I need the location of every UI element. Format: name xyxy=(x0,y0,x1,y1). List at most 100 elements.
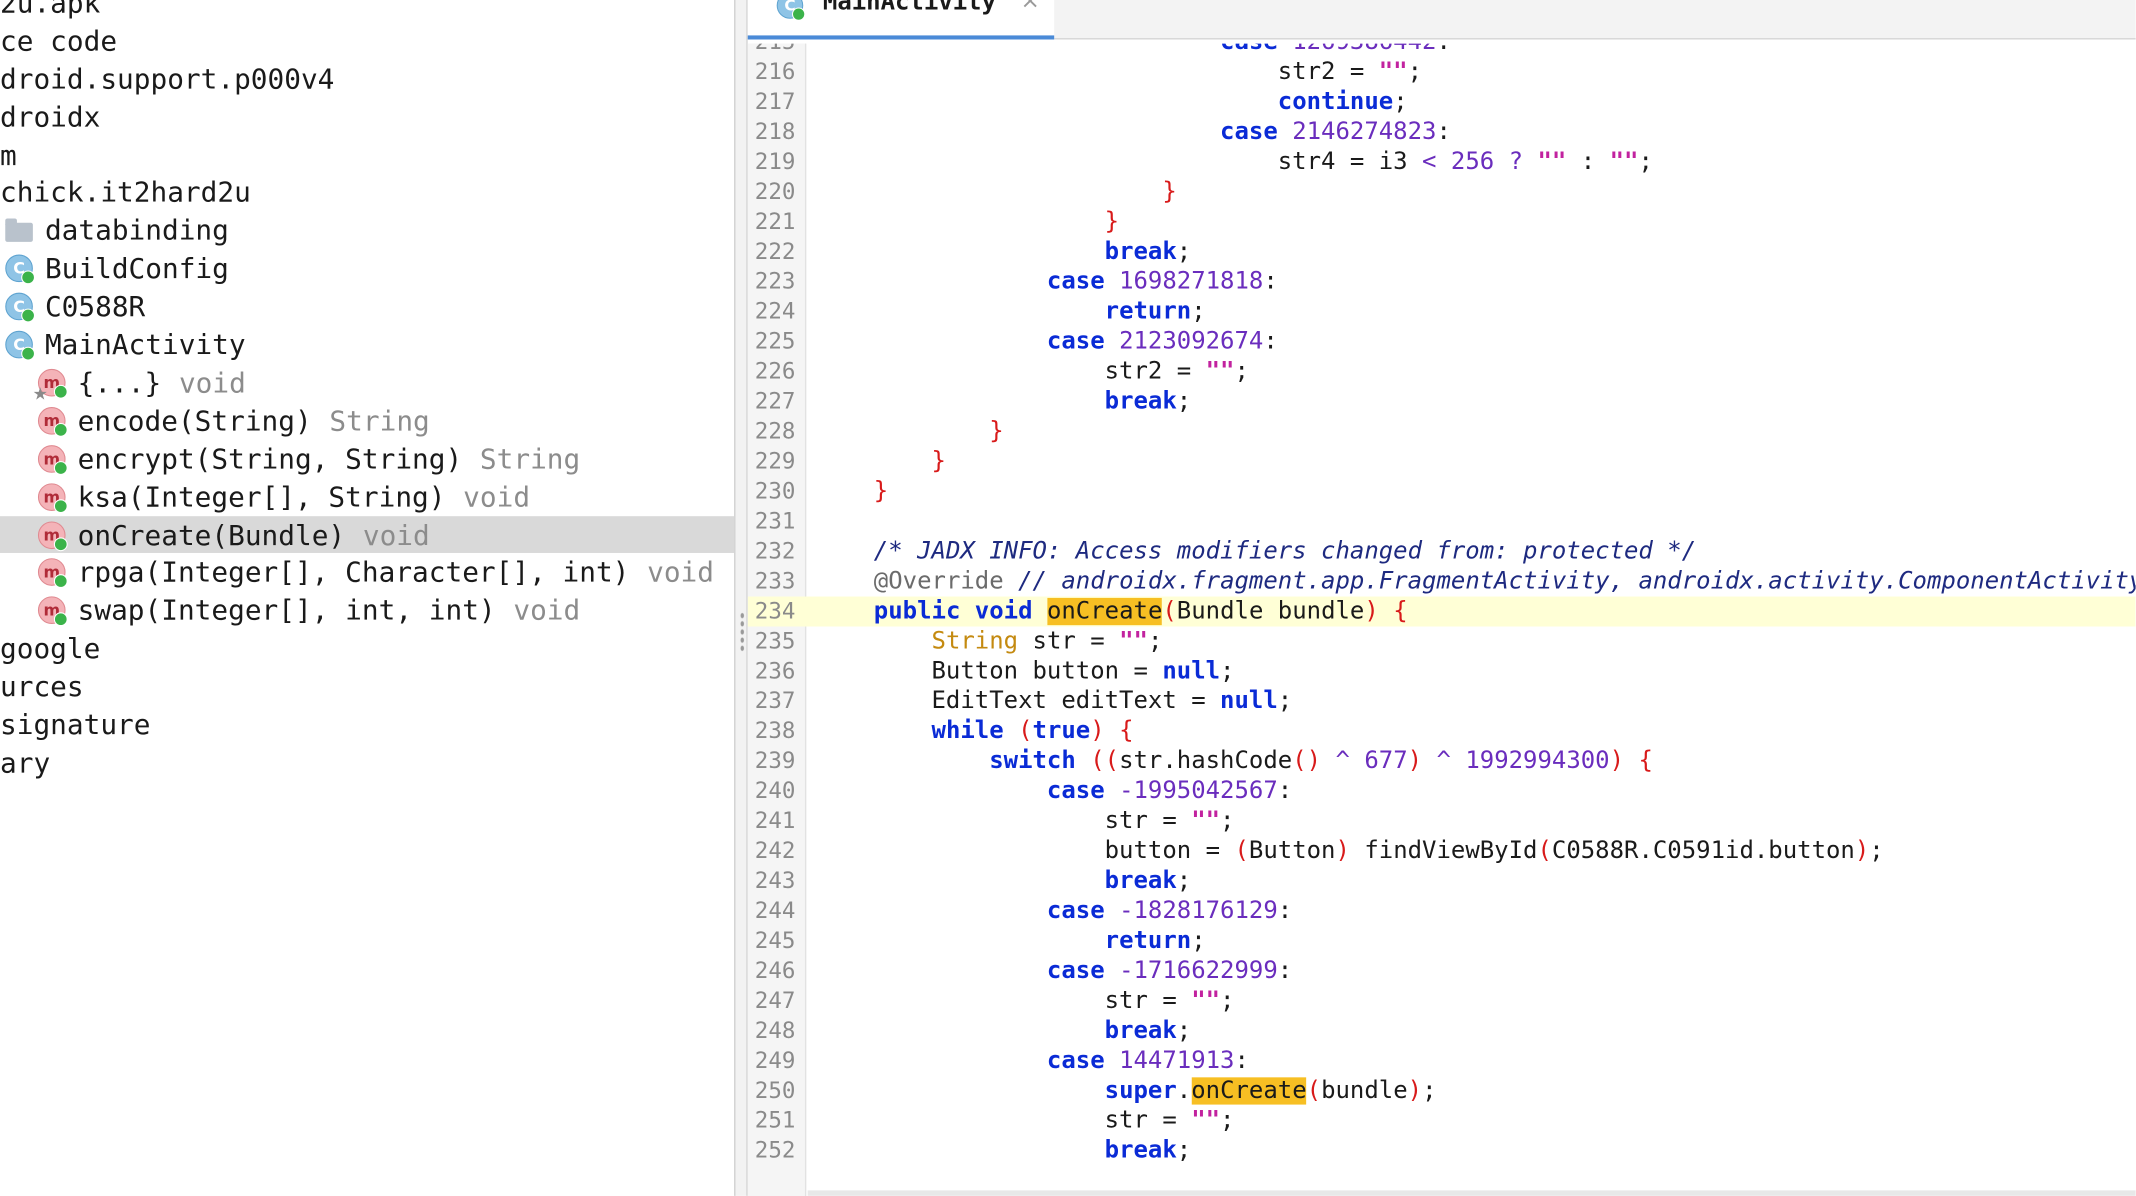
code-line[interactable]: 251 str = ""; xyxy=(748,1106,2136,1136)
code-text: button = (Button) findViewById(C0588R.C0… xyxy=(816,836,1884,866)
code-token: ^ xyxy=(1436,747,1451,775)
code-line[interactable]: 216 str2 = ""; xyxy=(748,57,2136,87)
horizontal-scrollbar[interactable] xyxy=(807,1190,2136,1196)
code-token: { xyxy=(1393,597,1408,626)
code-line[interactable]: 241 str = ""; xyxy=(748,806,2136,836)
tree-item[interactable]: m ★ {...} void xyxy=(0,364,734,404)
splitter-grip-icon[interactable] xyxy=(739,611,745,653)
tree-item[interactable]: databinding xyxy=(0,212,734,250)
code-token: return xyxy=(1104,927,1192,955)
tree-item[interactable]: droidx xyxy=(0,98,734,136)
code-line[interactable]: 222 break; xyxy=(748,237,2136,267)
code-line[interactable]: 244 case -1828176129: xyxy=(748,896,2136,926)
code-line[interactable]: 233 @Override // androidx.fragment.app.F… xyxy=(748,567,2136,597)
tab-mainactivity[interactable]: C MainActivity × xyxy=(747,0,1055,40)
tree-item-label: 2u.apk xyxy=(0,0,101,19)
tree-item[interactable]: C C0588R xyxy=(0,288,734,326)
code-token: 1269386442 xyxy=(1292,44,1436,56)
line-number: 252 xyxy=(754,1137,796,1164)
code-line[interactable]: 217 continue; xyxy=(748,87,2136,117)
code-text: break; xyxy=(816,237,1192,267)
tree-item-label: ksa(Integer[], String) xyxy=(77,480,446,513)
code-line[interactable]: 218 case 2146274823: xyxy=(748,117,2136,147)
code-line[interactable]: 242 button = (Button) findViewById(C0588… xyxy=(748,836,2136,866)
tree-item[interactable]: m xyxy=(0,136,734,174)
tree-item[interactable]: m swap(Integer[], int, int) void xyxy=(0,592,734,630)
code-line[interactable]: 248 break; xyxy=(748,1016,2136,1046)
tree-item[interactable]: m ksa(Integer[], String) void xyxy=(0,478,734,516)
tree-item[interactable]: C MainActivity xyxy=(0,326,734,364)
close-icon[interactable]: × xyxy=(1021,0,1040,15)
code-line[interactable]: 220 } xyxy=(748,177,2136,207)
code-token: C0588R.C0591id.button xyxy=(1551,837,1855,865)
code-line[interactable]: 219 str4 = i3 < 256 ? "" : ""; xyxy=(748,147,2136,177)
code-token: str.hashCode xyxy=(1119,747,1293,775)
code-line[interactable]: 247 str = ""; xyxy=(748,986,2136,1016)
code-text: case -1716622999: xyxy=(816,956,1292,986)
tree-item-return-type: String xyxy=(479,442,581,475)
code-area[interactable]: 215 case 1269386442:216 str2 = "";217 co… xyxy=(747,44,2136,1196)
code-token: /* JADX INFO: Access modifiers changed f… xyxy=(873,537,1697,566)
code-text: str2 = ""; xyxy=(816,357,1249,387)
class-tree-panel[interactable]: 2u.apk ce code droid.support.p000v4 droidx m… xyxy=(0,0,734,1196)
tree-item[interactable]: ary xyxy=(0,744,734,782)
code-line[interactable]: 238 while (true) { xyxy=(748,716,2136,746)
code-line[interactable]: 228 } xyxy=(748,417,2136,447)
code-line[interactable]: 225 case 2123092674: xyxy=(748,327,2136,357)
code-token: -1828176129 xyxy=(1119,897,1278,925)
code-line[interactable]: 235 String str = ""; xyxy=(748,627,2136,657)
code-token: ; xyxy=(1176,867,1192,895)
tree-item[interactable]: chick.it2hard2u xyxy=(0,174,734,212)
code-text: return; xyxy=(816,297,1206,327)
code-text: super.onCreate(bundle); xyxy=(816,1076,1437,1106)
tree-item[interactable]: m onCreate(Bundle) void xyxy=(0,515,734,554)
code-line[interactable]: 250 super.onCreate(bundle); xyxy=(748,1076,2136,1106)
code-line[interactable]: 240 case -1995042567: xyxy=(748,776,2136,806)
tree-item[interactable]: urces xyxy=(0,668,734,706)
line-number: 250 xyxy=(754,1077,796,1104)
code-line[interactable]: 232 /* JADX INFO: Access modifiers chang… xyxy=(748,537,2136,567)
code-line[interactable]: 223 case 1698271818: xyxy=(748,267,2136,297)
code-line[interactable]: 226 str2 = ""; xyxy=(748,357,2136,387)
line-number: 241 xyxy=(754,807,796,834)
code-line[interactable]: 246 case -1716622999: xyxy=(748,956,2136,986)
tree-item[interactable]: droid.support.p000v4 xyxy=(0,60,734,98)
tree-item-label: C0588R xyxy=(44,290,146,323)
tree-item[interactable]: C BuildConfig xyxy=(0,250,734,288)
code-line[interactable]: 252 break; xyxy=(748,1136,2136,1166)
tree-item[interactable]: m encrypt(String, String) String xyxy=(0,440,734,478)
tree-item[interactable]: m encode(String) String xyxy=(0,402,734,440)
code-line[interactable]: 221 } xyxy=(748,207,2136,237)
code-token: case xyxy=(1046,957,1105,985)
code-line[interactable]: 237 EditText editText = null; xyxy=(748,686,2136,716)
code-token: ; xyxy=(1638,148,1653,176)
tree-item[interactable]: signature xyxy=(0,706,734,744)
code-token: str2 = xyxy=(816,58,1379,86)
code-line[interactable]: 227 break; xyxy=(748,387,2136,417)
tree-item[interactable]: m rpga(Integer[], Character[], int) void xyxy=(0,554,734,592)
code-token: bundle xyxy=(1321,1077,1408,1105)
code-line[interactable]: 239 switch ((str.hashCode() ^ 677) ^ 199… xyxy=(748,746,2136,776)
tree-item[interactable]: ce code xyxy=(0,22,734,60)
code-line[interactable]: 215 case 1269386442: xyxy=(748,44,2136,58)
tree-item[interactable]: google xyxy=(0,630,734,668)
code-line[interactable]: 229 } xyxy=(748,447,2136,477)
tree-item[interactable]: 2u.apk xyxy=(0,0,734,22)
code-line[interactable]: 245 return; xyxy=(748,926,2136,956)
panel-splitter[interactable] xyxy=(733,0,748,1196)
code-line[interactable]: 236 Button button = null; xyxy=(748,656,2136,686)
code-token: : xyxy=(1436,118,1451,146)
code-line[interactable]: 243 break; xyxy=(748,866,2136,896)
code-line[interactable]: 249 case 14471913: xyxy=(748,1046,2136,1076)
code-token: : xyxy=(1277,957,1293,985)
code-line[interactable]: 231 xyxy=(748,507,2136,537)
code-line[interactable]: 224 return; xyxy=(748,297,2136,327)
code-line[interactable]: 234 public void onCreate(Bundle bundle) … xyxy=(747,596,2136,627)
code-line[interactable]: 230 } xyxy=(748,477,2136,507)
